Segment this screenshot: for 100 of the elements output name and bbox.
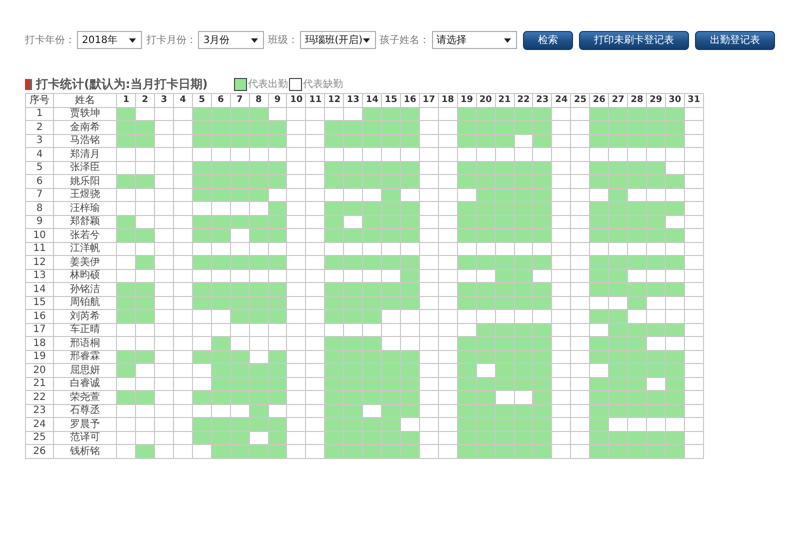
row-number-cell: 2 [26, 120, 54, 134]
row-number-cell: 23 [26, 404, 54, 418]
row-number-cell: 9 [26, 215, 54, 228]
name-cell: 林昀硕 [54, 269, 117, 282]
name-cell: 王煜骁 [54, 188, 117, 202]
name-cell: 张若兮 [54, 228, 117, 242]
name-cell: 张泽臣 [54, 161, 117, 174]
day-header: 6 [211, 94, 230, 107]
caret-icon [250, 38, 258, 42]
day-header: 24 [552, 94, 571, 107]
name-cell: 刘芮希 [54, 310, 117, 323]
row-number-cell: 5 [26, 161, 54, 174]
row-number-cell: 26 [26, 444, 54, 458]
day-header: 18 [438, 94, 458, 107]
row-number-cell: 25 [26, 431, 54, 444]
row-number-cell: 11 [26, 242, 54, 256]
day-header: 14 [362, 94, 382, 107]
day-header: 10 [286, 94, 306, 107]
day-header: 26 [590, 94, 609, 107]
row-number-cell: 13 [26, 269, 54, 282]
name-cell: 邢睿霖 [54, 350, 117, 364]
filter-label: 孩子姓名： [380, 34, 430, 47]
column-header: 姓名 [54, 94, 117, 107]
name-cell: 金南希 [54, 120, 117, 134]
row-number-cell: 1 [26, 107, 54, 120]
row-number-cell: 24 [26, 418, 54, 431]
day-header: 31 [684, 94, 704, 107]
name-cell: 钱析铭 [54, 444, 117, 458]
name-cell: 贾轶坤 [54, 107, 117, 120]
name-cell: 汪梓瑜 [54, 202, 117, 215]
day-header: 29 [646, 94, 666, 107]
row-number-cell: 3 [26, 134, 54, 148]
name-cell: 孙铭洁 [54, 282, 117, 296]
day-header: 4 [173, 94, 192, 107]
row-number-cell: 7 [26, 188, 54, 202]
day-header: 5 [192, 94, 212, 107]
row-number-cell: 20 [26, 364, 54, 377]
day-header: 11 [306, 94, 325, 107]
row-number-cell: 16 [26, 310, 54, 323]
name-cell: 白睿诚 [54, 377, 117, 390]
day-header: 19 [457, 94, 476, 107]
day-header: 3 [154, 94, 174, 107]
row-number-cell: 4 [26, 148, 54, 161]
filter-label: 打卡月份： [146, 34, 196, 47]
day-header: 13 [344, 94, 363, 107]
day-header: 17 [419, 94, 438, 107]
name-cell: 姜美伊 [54, 256, 117, 269]
name-cell: 屈思妍 [54, 364, 117, 377]
toolbar-button[interactable]: 打印未刷卡登记表 [579, 30, 690, 50]
dropdown[interactable]: 3月份 [198, 31, 264, 49]
row-number-cell: 22 [26, 390, 54, 404]
toolbar-button[interactable]: 检索 [523, 30, 574, 50]
row-number-cell: 21 [26, 377, 54, 390]
legend-label: 代表出勤 [248, 78, 288, 91]
dropdown[interactable]: 请选择 [432, 31, 518, 49]
name-cell: 周铂航 [54, 296, 117, 310]
day-header: 16 [400, 94, 420, 107]
row-number-cell: 12 [26, 256, 54, 269]
name-cell: 范译可 [54, 431, 117, 444]
dropdown[interactable]: 玛瑙班(开启) [300, 31, 376, 49]
legend-label: 代表缺勤 [302, 78, 343, 91]
day-header: 25 [570, 94, 590, 107]
row-number-cell: 8 [26, 202, 54, 215]
caret-icon [362, 38, 370, 42]
filter-label: 班级： [268, 34, 298, 47]
day-header: 9 [268, 94, 287, 107]
day-header: 30 [665, 94, 684, 107]
day-header: 23 [532, 94, 552, 107]
name-cell: 邢语桐 [54, 336, 117, 350]
day-header: 22 [514, 94, 533, 107]
day-header: 28 [628, 94, 646, 107]
section-marker-icon [25, 78, 32, 90]
day-header: 7 [230, 94, 250, 107]
day-header: 8 [249, 94, 268, 107]
day-header: 15 [382, 94, 400, 107]
day-header: 21 [495, 94, 514, 107]
name-cell: 江洋帆 [54, 242, 117, 256]
day-header: 1 [116, 94, 136, 107]
dropdown[interactable]: 2018年 [77, 31, 142, 49]
row-number-cell: 14 [26, 282, 54, 296]
day-header: 20 [476, 94, 496, 107]
filter-label: 打卡年份： [25, 34, 75, 47]
caret-icon [504, 38, 512, 42]
name-cell: 石尊丞 [54, 404, 117, 418]
toolbar-button[interactable]: 出勤登记表 [695, 30, 776, 50]
day-header: 2 [136, 94, 155, 107]
name-cell: 郑清月 [54, 148, 117, 161]
caret-icon [129, 38, 136, 42]
name-cell: 车正晴 [54, 323, 117, 336]
day-header: 12 [324, 94, 344, 107]
row-number-cell: 6 [26, 174, 54, 188]
name-cell: 荣尧萱 [54, 390, 117, 404]
name-cell: 姚乐阳 [54, 174, 117, 188]
row-number-cell: 10 [26, 228, 54, 242]
row-number-cell: 15 [26, 296, 54, 310]
name-cell: 郑舒颖 [54, 215, 117, 228]
row-number-cell: 18 [26, 336, 54, 350]
row-number-cell: 17 [26, 323, 54, 336]
day-header: 27 [608, 94, 628, 107]
section-title: 打卡统计(默认为:当月打卡日期) [36, 76, 208, 92]
